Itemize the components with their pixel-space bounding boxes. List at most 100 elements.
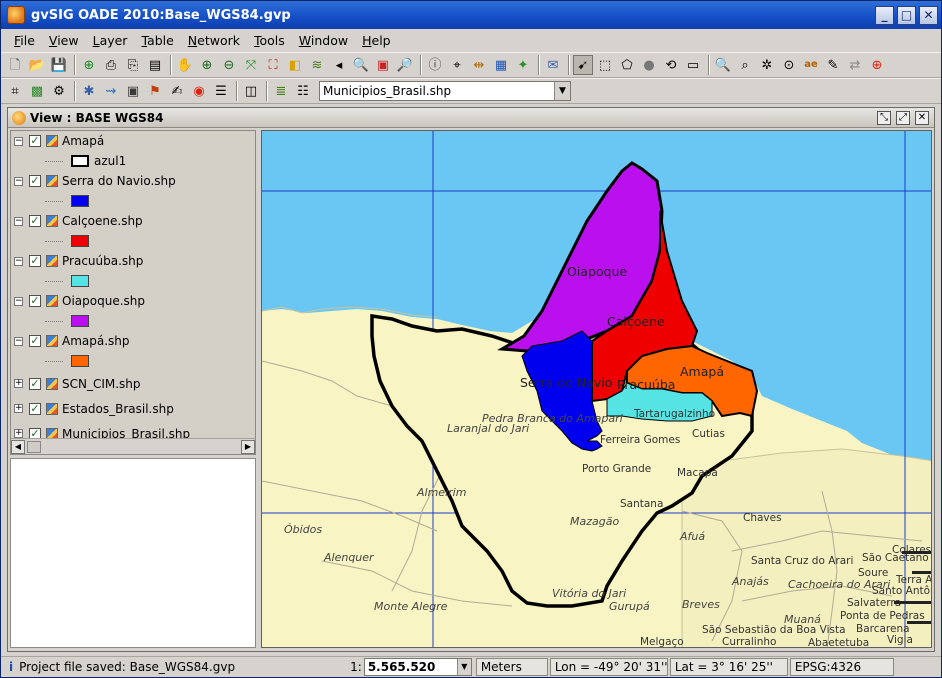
- layout-icon[interactable]: ◫: [241, 81, 261, 101]
- zoom-full-icon[interactable]: ⤧: [241, 55, 261, 75]
- active-layer-select[interactable]: Municipios_Brasil.shp ▼: [319, 81, 571, 101]
- locate-icon[interactable]: ⊙: [779, 55, 799, 75]
- print-preview-icon[interactable]: ⎙: [101, 55, 121, 75]
- stop-icon[interactable]: ◉: [189, 81, 209, 101]
- open-project-icon[interactable]: 📂: [27, 55, 47, 75]
- select-polygon-icon[interactable]: ⬠: [617, 55, 637, 75]
- toc-layer-estados-brasil[interactable]: + ✓ Estados_Brasil.shp: [11, 396, 255, 421]
- menu-view[interactable]: View: [42, 33, 86, 48]
- layer-visibility-checkbox[interactable]: ✓: [29, 255, 41, 267]
- zoom-glass-icon[interactable]: 🔎: [395, 55, 415, 75]
- network-analysis-icon[interactable]: ✱: [79, 81, 99, 101]
- minimize-button[interactable]: _: [875, 5, 894, 25]
- scroll-thumb[interactable]: [27, 440, 41, 453]
- route-icon[interactable]: ⇝: [101, 81, 121, 101]
- zoom-select-icon[interactable]: ⛶: [263, 55, 283, 75]
- label-icon[interactable]: ae: [801, 55, 821, 75]
- add-layer-icon[interactable]: ⊕: [79, 55, 99, 75]
- select-by-point-icon[interactable]: ⌕: [735, 55, 755, 75]
- select-by-attribute-icon[interactable]: 🔍: [713, 55, 733, 75]
- collapse-icon[interactable]: −: [14, 176, 23, 186]
- layer-list-icon[interactable]: ☷: [293, 81, 313, 101]
- collapse-icon[interactable]: −: [14, 136, 23, 146]
- target-icon[interactable]: ⊕: [867, 55, 887, 75]
- clear-selection-icon[interactable]: ▭: [683, 55, 703, 75]
- expand-icon[interactable]: +: [14, 404, 23, 413]
- zoom-in-icon[interactable]: ⊕: [197, 55, 217, 75]
- export-icon[interactable]: ⇄: [845, 55, 865, 75]
- zoom-out-icon[interactable]: ⊖: [219, 55, 239, 75]
- map-canvas[interactable]: Oiapoque Calçoene Amapá Serra do Navio P…: [261, 130, 932, 648]
- scroll-left-icon[interactable]: ◀: [11, 439, 25, 454]
- snap-icon[interactable]: ✲: [757, 55, 777, 75]
- collapse-icon[interactable]: −: [14, 336, 23, 346]
- close-button[interactable]: ✕: [919, 5, 938, 25]
- layer-visibility-checkbox[interactable]: ✓: [29, 295, 41, 307]
- raster-icon[interactable]: ▣: [123, 81, 143, 101]
- menu-file[interactable]: File: [7, 33, 42, 48]
- grid-icon[interactable]: ▩: [27, 81, 47, 101]
- pan-icon[interactable]: ✋: [175, 55, 195, 75]
- menu-network[interactable]: Network: [181, 33, 247, 48]
- select-pointer-icon[interactable]: ➹: [573, 55, 593, 75]
- new-project-icon[interactable]: 🗋: [5, 55, 25, 75]
- toc-layer-amapa[interactable]: − ✓ Amapá: [11, 131, 255, 151]
- layer-visibility-checkbox[interactable]: ✓: [29, 377, 41, 390]
- locator-icon[interactable]: ▣: [373, 55, 393, 75]
- layer-visibility-checkbox[interactable]: ✓: [29, 402, 41, 415]
- select-circle-icon[interactable]: ●: [639, 55, 659, 75]
- table-icon[interactable]: ☰: [211, 81, 231, 101]
- layer-visibility-checkbox[interactable]: ✓: [29, 175, 41, 187]
- toc-layer-scn-cim[interactable]: + ✓ SCN_CIM.shp: [11, 371, 255, 396]
- menu-window[interactable]: Window: [292, 33, 355, 48]
- menu-help[interactable]: Help: [355, 33, 398, 48]
- print-icon[interactable]: ⎘: [123, 55, 143, 75]
- layer-visibility-checkbox[interactable]: ✓: [29, 135, 41, 147]
- collapse-icon[interactable]: −: [14, 216, 23, 226]
- scroll-right-icon[interactable]: ▶: [241, 439, 255, 454]
- edit-icon[interactable]: ✎: [823, 55, 843, 75]
- toc-layer-amapa-shp[interactable]: − ✓ Amapá.shp: [11, 331, 255, 351]
- invert-selection-icon[interactable]: ⟲: [661, 55, 681, 75]
- collapse-icon[interactable]: −: [14, 296, 23, 306]
- close-view-icon[interactable]: ✕: [915, 110, 929, 125]
- zoom-layer-icon[interactable]: ◧: [285, 55, 305, 75]
- menu-layer[interactable]: Layer: [86, 33, 135, 48]
- menu-table[interactable]: Table: [134, 33, 180, 48]
- measure-icon[interactable]: ⌖: [447, 55, 467, 75]
- magnify-icon[interactable]: 🔍: [351, 55, 371, 75]
- menu-tools[interactable]: Tools: [247, 33, 292, 48]
- cad-icon[interactable]: ⌗: [5, 81, 25, 101]
- layer-visibility-checkbox[interactable]: ✓: [29, 215, 41, 227]
- layer-visibility-checkbox[interactable]: ✓: [29, 335, 41, 347]
- toc-layer-calcoene[interactable]: − ✓ Calçoene.shp: [11, 211, 255, 231]
- collapse-icon[interactable]: −: [14, 256, 23, 266]
- toc-layer-oiapoque[interactable]: − ✓ Oiapoque.shp: [11, 291, 255, 311]
- area-icon[interactable]: ▦: [491, 55, 511, 75]
- distance-icon[interactable]: ⇹: [469, 55, 489, 75]
- chevron-down-icon[interactable]: ▼: [554, 82, 570, 100]
- hyperlink-icon[interactable]: ✦: [513, 55, 533, 75]
- network-icon[interactable]: ⚙: [49, 81, 69, 101]
- maximize-button[interactable]: □: [897, 5, 916, 25]
- layer-stack-icon[interactable]: ≣: [271, 81, 291, 101]
- geolocate-icon[interactable]: ✉: [543, 55, 563, 75]
- restore-icon[interactable]: ⤡: [877, 110, 891, 125]
- expand-icon[interactable]: +: [14, 429, 23, 438]
- scale-input[interactable]: 5.565.520 ▼: [363, 658, 472, 676]
- layers-icon[interactable]: ≋: [307, 55, 327, 75]
- flag-icon[interactable]: ⚑: [145, 81, 165, 101]
- select-rectangle-icon[interactable]: ⬚: [595, 55, 615, 75]
- properties-icon[interactable]: ▤: [145, 55, 165, 75]
- note-icon[interactable]: ✍: [167, 81, 187, 101]
- toc-horizontal-scrollbar[interactable]: ◀ ▶: [11, 438, 255, 454]
- expand-icon[interactable]: +: [14, 379, 23, 388]
- chevron-down-icon[interactable]: ▼: [456, 659, 471, 675]
- toc-layer-serra-do-navio[interactable]: − ✓ Serra do Navio.shp: [11, 171, 255, 191]
- locator-map[interactable]: [10, 458, 256, 648]
- save-project-icon[interactable]: 💾: [49, 55, 69, 75]
- maximize-icon[interactable]: ⤢: [896, 110, 910, 125]
- map-graphic[interactable]: Oiapoque Calçoene Amapá Serra do Navio P…: [262, 131, 932, 648]
- info-icon[interactable]: ⓘ: [425, 55, 445, 75]
- toc-layer-pracuuba[interactable]: − ✓ Pracuúba.shp: [11, 251, 255, 271]
